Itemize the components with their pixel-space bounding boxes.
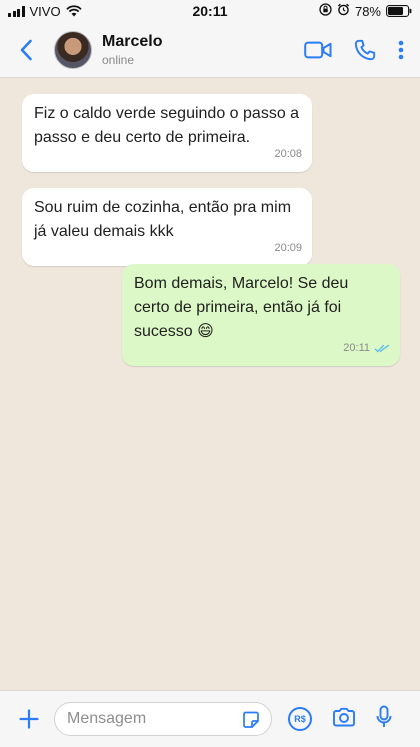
microphone-icon xyxy=(376,705,392,727)
phone-icon xyxy=(354,39,376,60)
carrier-label: VIVO xyxy=(29,3,61,19)
composer-bar: R$ xyxy=(0,690,420,747)
back-button[interactable] xyxy=(6,30,46,70)
status-time: 20:11 xyxy=(192,3,228,19)
video-camera-icon xyxy=(304,41,332,58)
message-input[interactable] xyxy=(67,710,227,728)
sticker-icon xyxy=(243,711,259,728)
microphone-button[interactable] xyxy=(376,705,392,734)
message-text: Bom demais, Marcelo! Se deu certo de pri… xyxy=(134,275,349,340)
contact-status: online xyxy=(102,52,135,67)
message-timestamp: 20:09 xyxy=(274,242,302,254)
double-check-icon xyxy=(374,344,390,353)
more-vertical-icon xyxy=(398,40,404,59)
status-right: 78% xyxy=(262,3,412,19)
payment-label: R$ xyxy=(294,714,306,724)
attach-button[interactable] xyxy=(14,704,44,734)
status-bar: VIVO 20:11 78% xyxy=(0,0,420,22)
signal-icon xyxy=(8,5,25,17)
message-timestamp: 20:08 xyxy=(274,148,302,160)
message-time: 20:08 xyxy=(274,142,302,166)
message-text: Fiz o caldo verde seguindo o passo a pas… xyxy=(34,105,300,146)
voice-call-button[interactable] xyxy=(354,39,376,61)
header-actions xyxy=(304,39,404,61)
message-bubble-incoming[interactable]: Fiz o caldo verde seguindo o passo a pas… xyxy=(22,94,312,172)
message-timestamp: 20:11 xyxy=(343,342,370,354)
alarm-icon xyxy=(337,3,350,19)
battery-icon xyxy=(386,5,412,17)
contact-name: Marcelo xyxy=(102,32,163,50)
camera-button[interactable] xyxy=(332,707,356,732)
message-time: 20:11 xyxy=(343,336,390,360)
payment-button[interactable]: R$ xyxy=(288,707,312,731)
sticker-button[interactable] xyxy=(241,710,261,735)
status-left: VIVO xyxy=(8,4,158,19)
chevron-left-icon xyxy=(20,39,32,60)
avatar[interactable] xyxy=(54,30,92,69)
composer-actions: R$ xyxy=(288,705,392,734)
chat-header: Marcelo online xyxy=(0,22,420,78)
message-time: 20:09 xyxy=(274,236,302,260)
more-options-button[interactable] xyxy=(398,40,404,60)
plus-icon xyxy=(19,709,39,729)
chat-area[interactable]: Fiz o caldo verde seguindo o passo a pas… xyxy=(0,78,420,690)
message-bubble-outgoing[interactable]: Bom demais, Marcelo! Se deu certo de pri… xyxy=(122,264,400,366)
camera-icon xyxy=(333,707,355,726)
battery-percent: 78% xyxy=(354,3,381,19)
message-input-container[interactable] xyxy=(54,702,272,736)
orientation-lock-icon xyxy=(319,3,332,19)
contact-info[interactable]: Marcelo online xyxy=(102,33,162,67)
message-bubble-incoming[interactable]: Sou ruim de cozinha, então pra mim já va… xyxy=(22,188,312,266)
wifi-icon xyxy=(65,5,82,17)
message-text: Sou ruim de cozinha, então pra mim já va… xyxy=(34,199,292,240)
video-call-button[interactable] xyxy=(304,41,332,59)
